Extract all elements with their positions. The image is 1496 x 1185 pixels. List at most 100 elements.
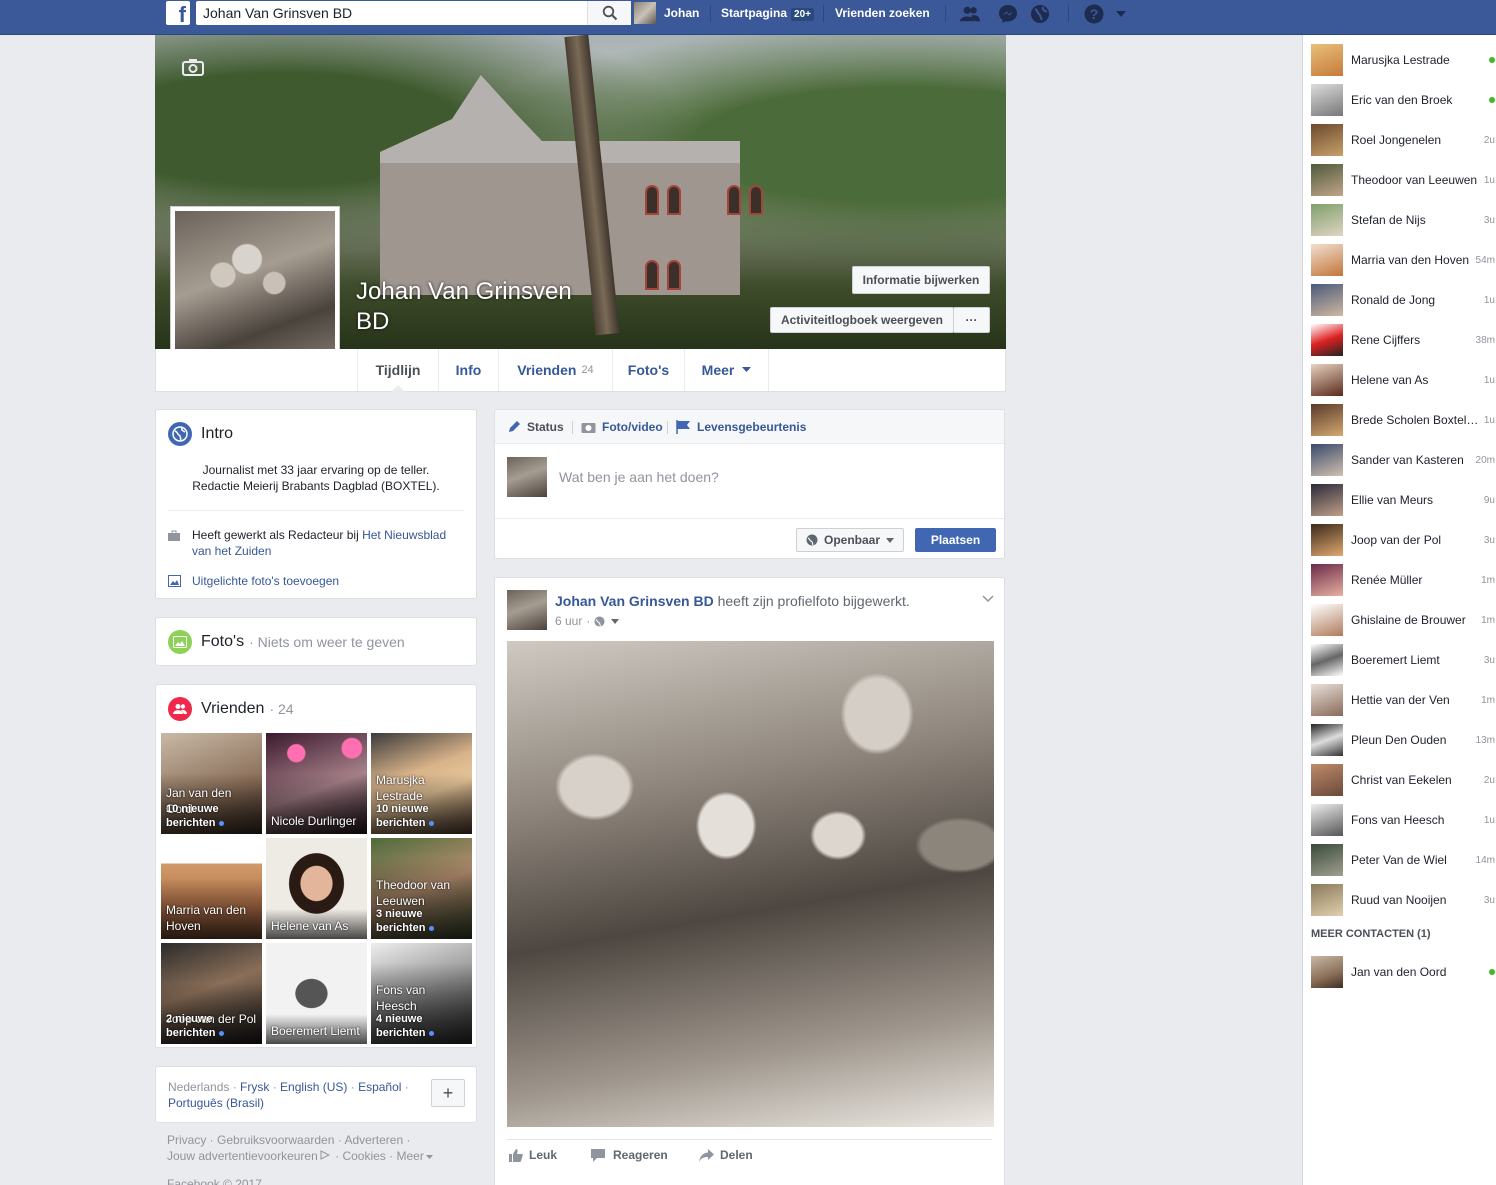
avatar <box>1311 284 1343 316</box>
chat-contact[interactable]: Brede Scholen Boxtel Centrum 1u <box>1311 403 1496 437</box>
avatar <box>1311 44 1343 76</box>
last-active-time: 2u <box>1483 774 1495 786</box>
chat-contact[interactable]: Helene van As 1u <box>1311 363 1496 397</box>
composer-tab-life-event[interactable]: Levensgebeurtenis <box>676 420 806 434</box>
facebook-logo-icon[interactable]: f <box>166 1 190 25</box>
chat-contact[interactable]: Sander van Kasteren 20m <box>1311 443 1496 477</box>
friend-tile[interactable]: Joop van der Pol 2 nieuwe berichten <box>161 943 262 1044</box>
friend-tile[interactable]: Marria van den Hoven <box>161 838 262 939</box>
friend-tile[interactable]: Fons van Heesch 4 nieuwe berichten <box>371 943 472 1044</box>
globe-icon <box>594 615 605 627</box>
chat-contact[interactable]: Hettie van der Ven 1m <box>1311 683 1496 717</box>
friend-tile[interactable]: Theodoor van Leeuwen 3 nieuwe berichten <box>371 838 472 939</box>
language-link[interactable]: Frysk <box>240 1080 269 1094</box>
tab-friends[interactable]: Vrienden 24 <box>498 349 612 391</box>
chat-contact-name: Hettie van der Ven <box>1351 693 1450 707</box>
like-button[interactable]: Leuk <box>509 1148 557 1162</box>
update-cover-camera-icon[interactable] <box>182 58 204 76</box>
footer-link[interactable]: Meer <box>396 1149 423 1163</box>
composer-tab-status[interactable]: Status <box>507 420 564 434</box>
avatar <box>1311 444 1343 476</box>
language-link[interactable]: Español <box>358 1080 401 1094</box>
friend-name: Marria van den Hoven <box>166 903 247 933</box>
post-timestamp[interactable]: 6 uur <box>555 614 582 628</box>
chat-contact[interactable]: Stefan de Nijs 3u <box>1311 203 1496 237</box>
friend-tile[interactable]: Helene van As <box>266 838 367 939</box>
chat-contact-name: Christ van Eekelen <box>1351 773 1452 787</box>
chevron-down-icon[interactable] <box>611 618 620 624</box>
language-link[interactable]: English (US) <box>280 1080 347 1094</box>
chat-contact[interactable]: Christ van Eekelen 2u <box>1311 763 1496 797</box>
chat-contact[interactable]: Theodoor van Leeuwen 1u <box>1311 163 1496 197</box>
chat-contact-name: Pleun Den Ouden <box>1351 733 1447 747</box>
chat-contact[interactable]: Eric van den Broek <box>1311 83 1496 117</box>
chat-contact[interactable]: Ellie van Meurs 9u <box>1311 483 1496 517</box>
nav-home-link[interactable]: Startpagina 20+ <box>721 6 814 21</box>
search-input[interactable] <box>196 1 581 25</box>
chat-contact[interactable]: Fons van Heesch 1u <box>1311 803 1496 837</box>
help-icon[interactable]: ? <box>1084 4 1104 24</box>
chat-contact[interactable]: Roel Jongenelen 2u <box>1311 123 1496 157</box>
composer-tab-photo-video[interactable]: Foto/video <box>581 420 663 434</box>
post-options-chevron-icon[interactable] <box>982 595 994 603</box>
footer-link[interactable]: Jouw advertentievoorkeuren <box>167 1149 318 1163</box>
update-info-button[interactable]: Informatie bijwerken <box>852 266 990 294</box>
chat-contact[interactable]: Ronald de Jong 1u <box>1311 283 1496 317</box>
post-photo[interactable] <box>507 641 994 1127</box>
friend-tile[interactable]: Boeremert Liemt <box>266 943 367 1044</box>
chat-contact[interactable]: Joop van der Pol 3u <box>1311 523 1496 557</box>
notifications-globe-icon[interactable] <box>1030 4 1050 24</box>
friend-new-messages: 4 nieuwe berichten <box>376 1012 466 1040</box>
share-button[interactable]: Delen <box>699 1148 753 1162</box>
footer-link[interactable]: Privacy <box>167 1133 206 1147</box>
friend-tile[interactable]: Nicole Durlinger <box>266 733 367 834</box>
more-options-button[interactable]: ··· <box>953 307 990 333</box>
comment-button[interactable]: Reageren <box>591 1148 668 1162</box>
friends-title-link[interactable]: Vrienden <box>201 700 264 718</box>
globe-icon <box>168 422 192 446</box>
chat-contact[interactable]: Ghislaine de Brouwer 1m <box>1311 603 1496 637</box>
chat-contact[interactable]: Rene Cijffers 38m <box>1311 323 1496 357</box>
last-active-time: 1m <box>1481 694 1495 706</box>
chat-contact[interactable]: Renée Müller 1m <box>1311 563 1496 597</box>
language-link[interactable]: Português (Brasil) <box>168 1096 264 1110</box>
post-button[interactable]: Plaatsen <box>915 528 996 552</box>
composer-divider <box>495 518 1004 519</box>
nav-find-friends-link[interactable]: Vrienden zoeken <box>835 6 930 20</box>
chat-contact[interactable]: Boeremert Liemt 3u <box>1311 643 1496 677</box>
friend-requests-icon[interactable] <box>960 4 980 24</box>
chat-contact[interactable]: Peter Van de Wiel 14m <box>1311 843 1496 877</box>
chat-contact[interactable]: Marusjka Lestrade <box>1311 43 1496 77</box>
search-button[interactable] <box>587 1 631 25</box>
chat-contact[interactable]: Jan van den Oord <box>1311 955 1496 989</box>
messenger-icon[interactable] <box>998 4 1018 24</box>
photos-title-link[interactable]: Foto's <box>201 633 244 651</box>
avatar <box>1311 604 1343 636</box>
composer-input[interactable]: Wat ben je aan het doen? <box>559 469 719 485</box>
post-author-link[interactable]: Johan Van Grinsven BD <box>555 593 714 609</box>
friend-tile[interactable]: Jan van den Oord 10 nieuwe berichten <box>161 733 262 834</box>
footer-link[interactable]: Adverteren <box>344 1133 403 1147</box>
add-language-button[interactable]: + <box>431 1079 465 1107</box>
add-featured-photos-link[interactable]: Uitgelichte foto's toevoegen <box>192 574 339 588</box>
photos-icon <box>168 630 192 654</box>
view-activity-log-button[interactable]: Activiteitlogboek weergeven <box>770 307 954 333</box>
chat-contact-name: Marusjka Lestrade <box>1351 53 1450 67</box>
tab-info[interactable]: Info <box>438 349 498 391</box>
footer-link[interactable]: Cookies <box>342 1149 385 1163</box>
friend-name: Fons van Heesch <box>376 983 426 1013</box>
nav-profile-link[interactable]: Johan <box>634 2 699 24</box>
friend-tile[interactable]: Marusjka Lestrade 10 nieuwe berichten <box>371 733 472 834</box>
chat-contact[interactable]: Marria van den Hoven 54m <box>1311 243 1496 277</box>
chat-contact[interactable]: Ruud van Nooijen 3u <box>1311 883 1496 917</box>
online-indicator <box>1489 969 1495 975</box>
chat-contact[interactable]: Pleun Den Ouden 13m <box>1311 723 1496 757</box>
avatar <box>1311 164 1343 196</box>
tab-timeline[interactable]: Tijdlijn <box>357 349 438 392</box>
tab-more[interactable]: Meer <box>684 349 769 391</box>
account-menu-caret-icon[interactable] <box>1111 4 1131 24</box>
footer-link[interactable]: Gebruiksvoorwaarden <box>217 1133 334 1147</box>
audience-selector[interactable]: Openbaar <box>796 528 904 552</box>
post-author-avatar[interactable] <box>507 590 547 630</box>
tab-photos[interactable]: Foto's <box>612 349 684 391</box>
